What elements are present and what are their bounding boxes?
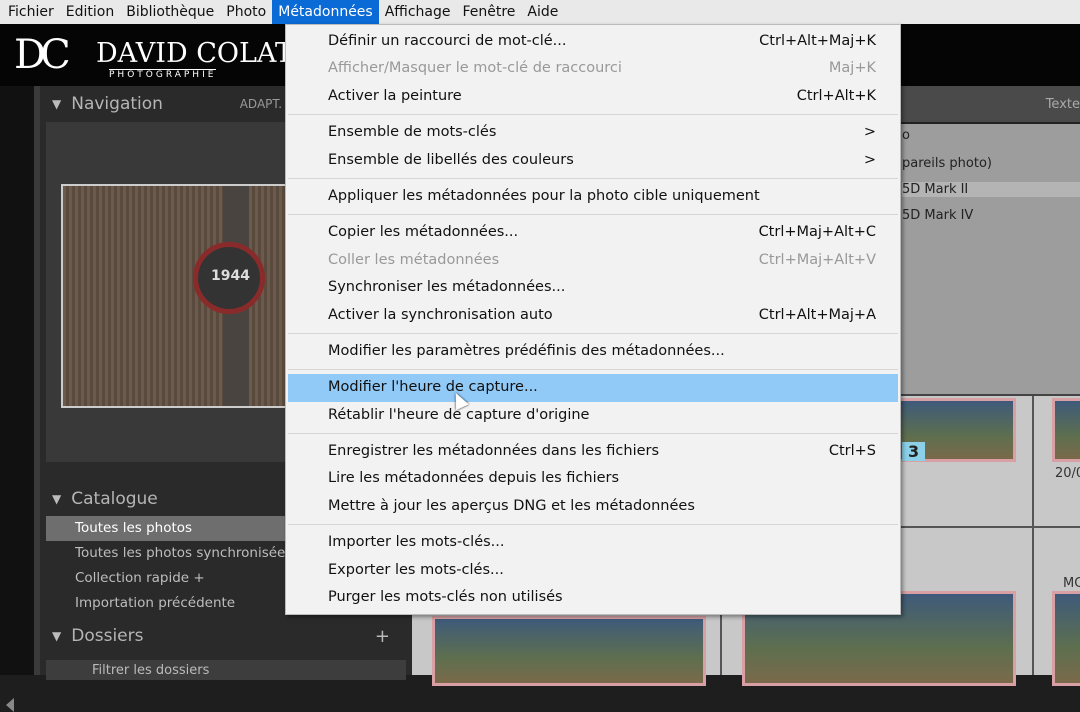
menu-item[interactable]: Synchroniser les métadonnées... xyxy=(286,274,900,301)
photo-thumbnail[interactable] xyxy=(1052,398,1080,462)
thumbnail-date: 20/0 xyxy=(1055,466,1080,481)
menu-item: Coller les métadonnées Ctrl+Maj+Alt+V xyxy=(286,247,900,274)
photo-thumbnail[interactable] xyxy=(1052,591,1080,686)
left-edge xyxy=(0,86,34,712)
grid-divider xyxy=(1032,396,1034,675)
menu-item-label: Importer les mots-clés... xyxy=(328,534,505,551)
meta-column-header: o xyxy=(902,128,910,143)
filter-texte[interactable]: Texte xyxy=(1046,97,1080,112)
preview-photo: 1944 xyxy=(61,184,293,408)
menu-fichier[interactable]: Fichier xyxy=(2,0,60,24)
photo-thumbnail[interactable] xyxy=(432,616,706,686)
menu-item-label: Afficher/Masquer le mot-clé de raccourci xyxy=(328,60,622,77)
menu-item-label: Ensemble de mots-clés xyxy=(328,124,497,141)
menu-item-label: Copier les métadonnées... xyxy=(328,224,519,241)
logo-subtitle: PHOTOGRAPHIE xyxy=(109,69,217,80)
menu-item-label: Coller les métadonnées xyxy=(328,251,500,268)
menu-item[interactable]: Appliquer les métadonnées pour la photo … xyxy=(286,183,900,210)
menu-item-label: Définir un raccourci de mot-clé... xyxy=(328,33,567,49)
menu-item-label: Ensemble de libellés des couleurs xyxy=(328,151,574,168)
menu-bar: Fichier Edition Bibliothèque Photo Métad… xyxy=(0,0,1080,24)
menu-edition[interactable]: Edition xyxy=(60,0,120,24)
menu-item[interactable]: Définir un raccourci de mot-clé... Ctrl+A… xyxy=(286,28,900,55)
menu-item[interactable]: Importer les mots-clés... xyxy=(286,529,900,556)
menu-item[interactable]: Ensemble de mots-clés > xyxy=(286,119,900,146)
menu-item[interactable]: Rétablir l'heure de capture d'origine xyxy=(286,402,900,429)
menu-item-label: Lire les métadonnées depuis les fichiers xyxy=(328,470,620,487)
meta-row[interactable]: pareils photo) xyxy=(902,156,992,171)
menu-item[interactable]: Copier les métadonnées... Ctrl+Maj+Alt+C xyxy=(286,219,900,246)
logo-name: DAVID COLAT xyxy=(96,38,293,69)
menu-item-label: Modifier les paramètres prédéfinis des m… xyxy=(328,342,725,359)
thumbnail-label: MO xyxy=(1063,576,1080,591)
meta-row[interactable]: 5D Mark II xyxy=(902,182,1080,197)
menu-item-shortcut: Ctrl+Alt+Maj+A xyxy=(758,306,876,323)
menu-item[interactable]: Exporter les mots-clés... xyxy=(286,557,900,584)
menu-item[interactable]: Modifier l'heure de capture... xyxy=(288,374,898,402)
add-folder-icon[interactable]: + xyxy=(375,626,390,647)
menu-fenetre[interactable]: Fenêtre xyxy=(456,0,521,24)
menu-separator xyxy=(288,433,898,435)
menu-item-label: Synchroniser les métadonnées... xyxy=(328,279,566,296)
menu-item[interactable]: Activer la synchronisation auto Ctrl+Alt+… xyxy=(286,302,900,329)
menu-separator xyxy=(288,214,898,216)
menu-metadonnees[interactable]: Métadonnées xyxy=(272,0,379,24)
menu-item-label: Activer la peinture xyxy=(328,87,462,104)
menu-item[interactable]: Lire les métadonnées depuis les fichiers xyxy=(286,465,900,492)
menu-item: Afficher/Masquer le mot-clé de raccourci… xyxy=(286,55,900,82)
menu-separator xyxy=(288,177,898,179)
watch-time: 1944 xyxy=(211,268,250,284)
collapse-triangle-icon: ▼ xyxy=(52,492,62,506)
menu-item[interactable]: Modifier les paramètres prédéfinis des m… xyxy=(286,338,900,365)
menu-photo[interactable]: Photo xyxy=(220,0,272,24)
menu-separator xyxy=(288,332,898,334)
menu-item[interactable]: Enregistrer les métadonnées dans les fic… xyxy=(286,438,900,465)
menu-item-shortcut: Ctrl+Alt+K xyxy=(796,87,876,104)
menu-separator xyxy=(288,524,898,526)
metadonnees-dropdown-menu: Définir un raccourci de mot-clé... Ctrl+A… xyxy=(285,24,901,615)
menu-item-label: Exporter les mots-clés... xyxy=(328,561,504,578)
navigation-title: Navigation xyxy=(71,94,163,114)
menu-item-shortcut: Maj+K xyxy=(828,60,876,77)
collapse-triangle-icon: ▼ xyxy=(52,97,62,111)
meta-row[interactable]: 5D Mark IV xyxy=(902,208,973,223)
logo-initials: DC xyxy=(14,32,71,78)
menu-item-label: Mettre à jour les aperçus DNG et les mét… xyxy=(328,497,695,514)
menu-item-label: Activer la synchronisation auto xyxy=(328,306,553,323)
collapse-left-icon[interactable] xyxy=(6,698,14,712)
menu-item[interactable]: Activer la peinture Ctrl+Alt+K xyxy=(286,83,900,110)
menu-item-label: Appliquer les métadonnées pour la photo … xyxy=(328,187,760,204)
menu-item-label: Enregistrer les métadonnées dans les fic… xyxy=(328,443,660,460)
menu-separator xyxy=(288,114,898,116)
filter-folders-input[interactable]: Filtrer les dossiers xyxy=(46,660,406,680)
collapse-triangle-icon: ▼ xyxy=(52,629,62,643)
dossiers-header[interactable]: ▼ Dossiers + xyxy=(46,621,406,651)
menu-item-label: Purger les mots-clés non utilisés xyxy=(328,589,563,606)
menu-affichage[interactable]: Affichage xyxy=(379,0,457,24)
menu-aide[interactable]: Aide xyxy=(521,0,564,24)
menu-item[interactable]: Ensemble de libellés des couleurs > xyxy=(286,147,900,174)
menu-item[interactable]: Purger les mots-clés non utilisés xyxy=(286,584,900,611)
menu-item-shortcut: Ctrl+Alt+Maj+K xyxy=(759,33,876,49)
menu-item-shortcut: Ctrl+S xyxy=(828,443,876,460)
menu-item-shortcut: Ctrl+Maj+Alt+C xyxy=(758,224,876,241)
catalogue-title: Catalogue xyxy=(71,489,158,509)
thumbnail-badge: 3 xyxy=(902,442,926,461)
menu-bibliotheque[interactable]: Bibliothèque xyxy=(120,0,220,24)
dossiers-title: Dossiers xyxy=(71,626,144,646)
submenu-arrow-icon: > xyxy=(863,151,876,168)
submenu-arrow-icon: > xyxy=(863,124,876,141)
menu-item[interactable]: Mettre à jour les aperçus DNG et les mét… xyxy=(286,493,900,520)
menu-item-shortcut: Ctrl+Maj+Alt+V xyxy=(758,251,876,268)
menu-separator xyxy=(288,369,898,371)
menu-item-label: Modifier l'heure de capture... xyxy=(328,379,538,396)
